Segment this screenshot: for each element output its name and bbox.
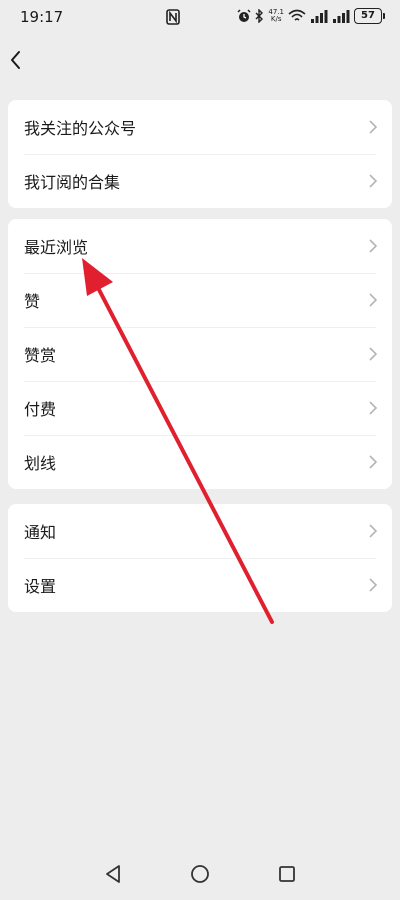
menu-item-label: 最近浏览: [24, 238, 89, 257]
battery-indicator: 57: [354, 8, 385, 24]
status-icons: 47.1 K/s 57: [237, 8, 385, 24]
menu-item-label: 我关注的公众号: [24, 119, 137, 138]
status-bar: 19:17 47.1 K/s 57: [0, 0, 400, 34]
chevron-right-icon: [369, 239, 378, 253]
menu-item-settings[interactable]: 设置: [8, 558, 392, 612]
chevron-right-icon: [369, 347, 378, 361]
chevron-right-icon: [369, 120, 378, 134]
back-icon[interactable]: [6, 48, 26, 72]
system-nav-bar: [0, 862, 400, 900]
cellular-signal-2-icon: [333, 10, 350, 23]
network-speed: 47.1 K/s: [268, 9, 284, 23]
status-time: 19:17: [20, 8, 64, 26]
menu-item-label: 通知: [24, 523, 57, 542]
menu-item-label: 付费: [24, 400, 57, 419]
menu-item-label: 赞: [24, 292, 41, 311]
nfc-icon: [166, 9, 180, 25]
bluetooth-icon: [255, 9, 264, 23]
menu-item-label: 赞赏: [24, 346, 57, 365]
menu-item-label: 划线: [24, 454, 57, 473]
chevron-right-icon: [369, 401, 378, 415]
menu-item-label: 设置: [24, 577, 57, 596]
nav-home-icon[interactable]: [188, 862, 212, 886]
chevron-right-icon: [369, 455, 378, 469]
menu-item-notifications[interactable]: 通知: [8, 504, 392, 558]
alarm-icon: [237, 9, 251, 22]
menu-item-highlights[interactable]: 划线: [8, 435, 392, 489]
section-card-settings: 通知 设置: [8, 504, 392, 612]
menu-item-tips[interactable]: 赞赏: [8, 327, 392, 381]
section-card-subscriptions: 我关注的公众号 我订阅的合集: [8, 100, 392, 208]
menu-item-recently-viewed[interactable]: 最近浏览: [8, 219, 392, 273]
chevron-right-icon: [369, 524, 378, 538]
cellular-signal-icon: [311, 10, 328, 23]
wifi-icon: [288, 9, 306, 21]
menu-item-likes[interactable]: 赞: [8, 273, 392, 327]
menu-item-paid[interactable]: 付费: [8, 381, 392, 435]
chevron-right-icon: [369, 174, 378, 188]
section-card-activity: 最近浏览 赞 赞赏 付费 划线: [8, 219, 392, 489]
chevron-right-icon: [369, 293, 378, 307]
menu-item-label: 我订阅的合集: [24, 173, 121, 192]
nav-recents-icon[interactable]: [275, 862, 299, 886]
network-speed-unit: K/s: [270, 15, 282, 23]
nav-back-icon[interactable]: [101, 862, 125, 886]
screen: 19:17 47.1 K/s 57 我关注的公众号 我订阅的合集 最近浏览 赞 …: [0, 0, 400, 900]
chevron-right-icon: [369, 578, 378, 592]
menu-item-followed-accounts[interactable]: 我关注的公众号: [8, 100, 392, 154]
menu-item-subscribed-collections[interactable]: 我订阅的合集: [8, 154, 392, 208]
